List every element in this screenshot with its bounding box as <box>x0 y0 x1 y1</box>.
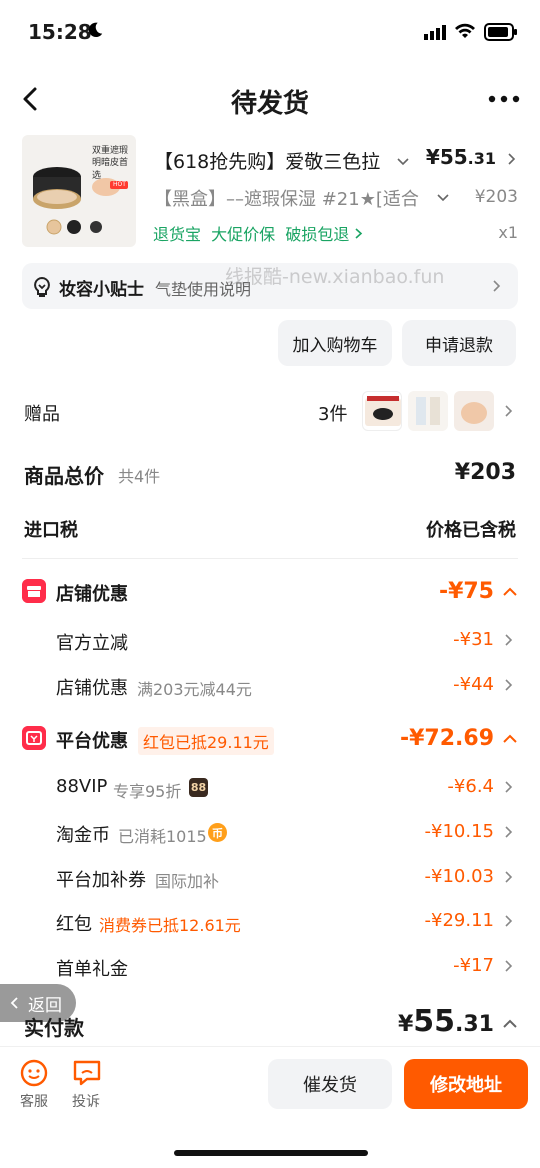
service-tags[interactable]: 退货宝 大促价保 破损包退 <box>153 221 364 245</box>
vip88-badge-icon: 88 <box>189 778 208 797</box>
platform-item-note: 国际加补 <box>155 872 220 891</box>
platform-coupon-icon <box>22 726 46 750</box>
platform-item-label: 首单礼金 <box>56 959 128 980</box>
actual-payment-value: ¥55.31 <box>398 1004 494 1039</box>
chevron-right-icon[interactable] <box>506 152 518 166</box>
store-discount-amount[interactable]: -¥75 <box>439 579 494 604</box>
pay-currency: ¥ <box>397 1012 414 1037</box>
total-label: 商品总价 <box>24 464 104 488</box>
thumb-text-2: 明暗皮首选 <box>92 158 129 181</box>
platform-item-amount[interactable]: -¥10.15 <box>425 821 494 842</box>
chevron-right-icon[interactable] <box>504 914 514 928</box>
platform-item-label: 平台加补券 <box>56 870 146 891</box>
chevron-right-icon[interactable] <box>504 404 514 418</box>
tax-value: 价格已含税 <box>426 520 516 541</box>
add-to-cart-button[interactable]: 加入购物车 <box>278 320 392 366</box>
store-discount-title: 店铺优惠 <box>56 584 128 605</box>
gift-image <box>461 402 487 424</box>
product-quantity: x1 <box>498 223 518 242</box>
signal-icon <box>424 25 446 40</box>
customer-service-icon[interactable] <box>19 1059 49 1087</box>
change-address-button[interactable]: 修改地址 <box>404 1059 528 1109</box>
platform-item-label: 红包 <box>56 914 92 935</box>
complaint-label[interactable]: 投诉 <box>72 1091 100 1111</box>
gift-image <box>416 397 440 425</box>
chevron-right-icon <box>355 228 363 239</box>
moon-icon <box>88 22 103 38</box>
chevron-right-icon <box>493 280 501 292</box>
gift-label: 赠品 <box>24 404 60 425</box>
platform-item-note: 专享95折 <box>113 782 182 801</box>
product-price: ¥55.31 <box>426 145 496 169</box>
product-price-dec: .31 <box>467 149 496 168</box>
chevron-right-icon[interactable] <box>504 959 514 973</box>
urge-shipping-button[interactable]: 催发货 <box>268 1059 392 1109</box>
original-price: ¥203 <box>474 187 518 207</box>
page-title: 待发货 <box>230 89 309 119</box>
coin-icon: 币 <box>208 823 227 842</box>
battery-icon <box>484 23 517 41</box>
nav-bar: 待发货 <box>0 70 540 130</box>
chevron-right-icon[interactable] <box>504 678 514 692</box>
product-sku[interactable]: 【黑盒】––遮瑕保湿 #21★[适合 <box>154 185 424 211</box>
store-item-note: 满203元减44元 <box>137 680 252 699</box>
more-icon[interactable] <box>488 88 520 110</box>
platform-item-amount[interactable]: -¥17 <box>453 955 494 976</box>
status-time: 15:28 <box>28 20 92 44</box>
customer-service-label[interactable]: 客服 <box>20 1091 48 1111</box>
chevron-right-icon[interactable] <box>504 633 514 647</box>
chevron-right-icon[interactable] <box>504 780 514 794</box>
status-bar: 15:28 <box>0 0 540 64</box>
watermark: 线报酷-new.xianbao.fun <box>225 266 445 288</box>
product-card[interactable]: 双重遮瑕 明暗皮首选 HOT 【618抢先购】爱敬三色拉 ¥55.31 【黑盒】… <box>22 135 518 251</box>
store-item-label: 店铺优惠 <box>56 678 128 699</box>
actual-payment-label: 实付款 <box>24 1016 84 1040</box>
chevron-up-icon[interactable] <box>502 1018 518 1030</box>
chevron-down-icon[interactable] <box>436 191 450 205</box>
chevron-right-icon[interactable] <box>504 870 514 884</box>
platform-item-amount[interactable]: -¥29.11 <box>425 910 494 931</box>
gift-thumb-3[interactable] <box>454 391 494 431</box>
chevron-up-icon[interactable] <box>502 586 518 598</box>
store-item-amount[interactable]: -¥31 <box>453 629 494 650</box>
tax-label: 进口税 <box>24 520 78 541</box>
chevron-right-icon[interactable] <box>504 825 514 839</box>
platform-item-label: 88VIP <box>56 776 108 797</box>
chevron-up-icon[interactable] <box>502 733 518 745</box>
platform-item-label: 淘金币 <box>56 825 110 846</box>
store-item-label: 官方立减 <box>56 633 128 654</box>
request-refund-button[interactable]: 申请退款 <box>402 320 516 366</box>
tip-title: 妆容小贴士 <box>59 280 144 300</box>
wifi-icon <box>455 23 475 38</box>
total-count: 共4件 <box>118 467 161 486</box>
platform-item-note: 已消耗1015 <box>118 827 207 846</box>
product-price-int: ¥55 <box>425 145 468 169</box>
gift-thumb-2[interactable] <box>408 391 448 431</box>
gift-image <box>365 396 401 426</box>
bulb-icon <box>34 276 50 297</box>
store-item-amount[interactable]: -¥44 <box>453 674 494 695</box>
red-packet-pill: 红包已抵29.11元 <box>138 727 274 755</box>
chevron-left-icon <box>10 997 18 1009</box>
complaint-icon[interactable] <box>72 1059 102 1087</box>
pay-dec: .31 <box>455 1012 494 1037</box>
gift-thumb-1[interactable] <box>362 391 402 431</box>
store-icon <box>22 579 46 603</box>
platform-item-amount[interactable]: -¥10.03 <box>425 866 494 887</box>
platform-discount-title: 平台优惠 <box>56 731 128 752</box>
platform-discount-amount[interactable]: -¥72.69 <box>400 726 494 751</box>
platform-item-note: 消费券已抵12.61元 <box>99 916 241 935</box>
divider <box>22 558 518 559</box>
home-indicator <box>174 1150 368 1156</box>
gift-count[interactable]: 3件 <box>318 400 347 426</box>
product-image[interactable]: 双重遮瑕 明暗皮首选 HOT <box>22 135 136 247</box>
service-tags-text: 退货宝 大促价保 破损包退 <box>153 225 350 244</box>
chevron-down-icon[interactable] <box>396 155 410 169</box>
product-title[interactable]: 【618抢先购】爱敬三色拉 <box>154 147 384 174</box>
total-value: ¥203 <box>454 460 516 485</box>
pay-int: 55 <box>413 1004 456 1039</box>
thumb-badge: HOT <box>113 181 126 188</box>
platform-item-amount[interactable]: -¥6.4 <box>447 776 494 797</box>
